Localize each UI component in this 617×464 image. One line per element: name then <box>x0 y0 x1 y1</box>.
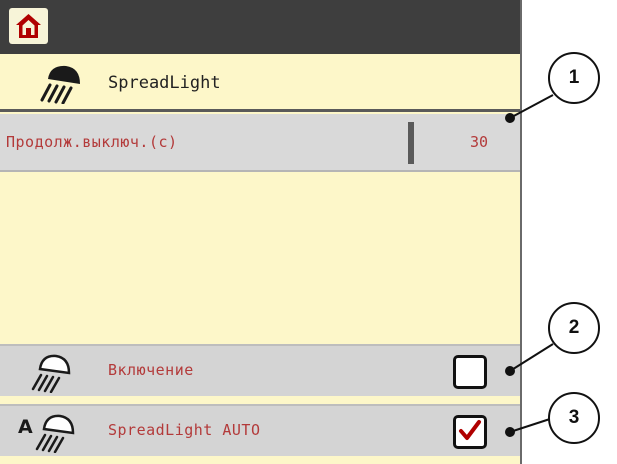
callout-2: 2 <box>548 302 600 354</box>
callout-3: 3 <box>548 392 600 444</box>
callout-leader-lines <box>505 94 554 437</box>
callout-1: 1 <box>548 52 600 104</box>
